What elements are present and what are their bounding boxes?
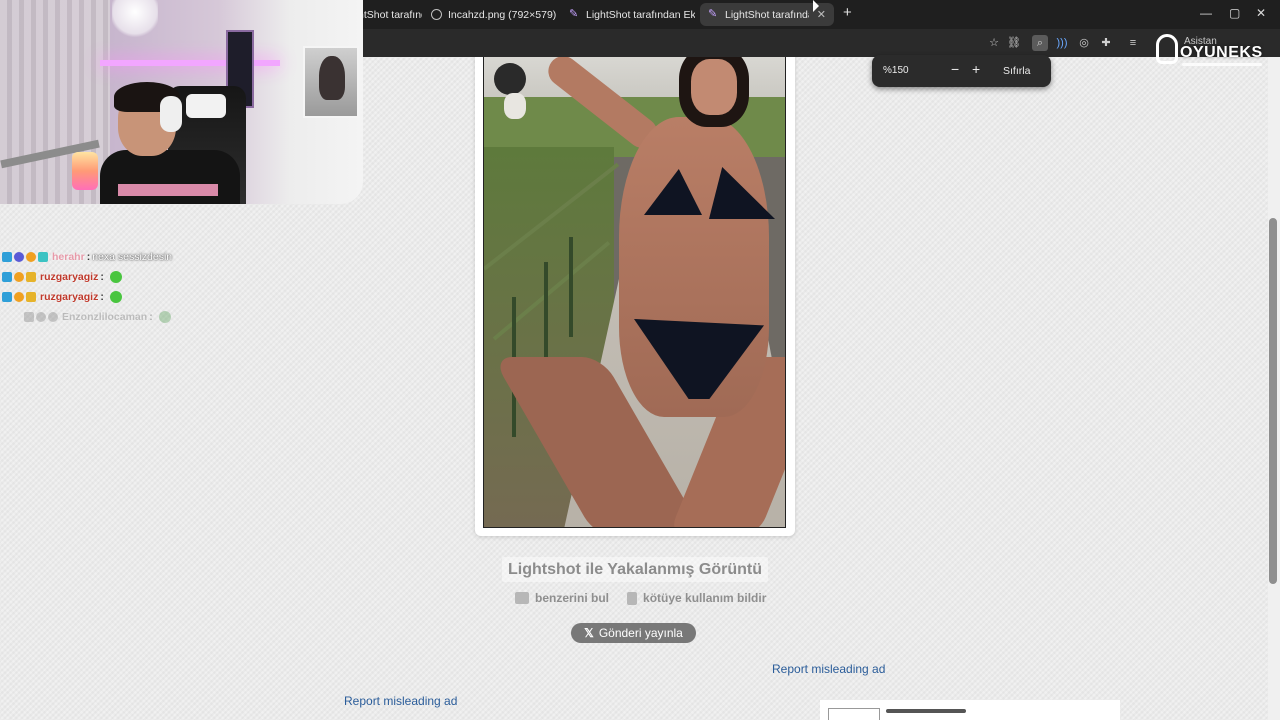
close-window-button[interactable]: ✕	[1256, 6, 1266, 20]
screenshot-image-frame	[475, 50, 795, 536]
chat-message: herahr : nexa sessizdesin	[2, 250, 172, 264]
maximize-button[interactable]: ▢	[1229, 6, 1240, 20]
emote-icon	[109, 271, 122, 283]
image-actions: benzerini bul kötüye kullanım bildir	[515, 590, 766, 606]
tab-incahzd-png[interactable]: Incahzd.png (792×579)	[423, 3, 556, 26]
camera-icon	[515, 592, 529, 604]
chat-separator: :	[100, 271, 104, 283]
badge-icon	[14, 252, 24, 262]
zoom-icon[interactable]: ⌕	[1032, 35, 1048, 51]
badge-icon	[14, 272, 24, 282]
menu-icon[interactable]: ≡	[1125, 35, 1141, 51]
webcam-chandelier	[112, 0, 158, 40]
photo-figure-part	[691, 59, 737, 115]
webcam-overlay	[0, 0, 363, 204]
emote-icon	[109, 291, 122, 303]
mouse-cursor	[813, 0, 819, 12]
post-tweet-label: Gönderi yayınla	[598, 626, 683, 640]
ad-thumbnail	[828, 708, 880, 720]
report-ad-link[interactable]: Report misleading ad	[772, 662, 885, 676]
post-tweet-button[interactable]: 𝕏 Gönderi yayınla	[571, 623, 696, 643]
chat-username: Enzonzlilocaman	[62, 311, 148, 323]
tab-label: LightShot tarafından Ekran	[725, 8, 809, 21]
read-aloud-icon[interactable]: )))	[1054, 35, 1070, 51]
emote-icon	[158, 311, 171, 323]
webcam-poster	[303, 46, 359, 118]
chat-username: ruzgaryagiz	[40, 271, 99, 283]
chat-separator: :	[149, 311, 153, 323]
globe-icon	[431, 9, 442, 20]
badge-icon	[38, 252, 48, 262]
x-logo-icon: 𝕏	[584, 626, 594, 640]
pen-icon: ✎	[569, 8, 579, 20]
logo-underline	[1182, 63, 1262, 66]
badge-icon	[26, 272, 36, 282]
badge-icon	[14, 292, 24, 302]
extension-icon[interactable]: ◎	[1076, 35, 1092, 51]
flag-icon	[627, 591, 638, 605]
zoom-reset-button[interactable]: Sıfırla	[1003, 65, 1030, 77]
zoom-level: %150	[883, 65, 909, 76]
star-icon[interactable]: ☆	[986, 35, 1002, 51]
tab-label: Incahzd.png (792×579)	[448, 8, 556, 21]
zoom-popup: %150 − + Sıfırla	[872, 55, 1051, 87]
oyuneks-logo: OYUNEKS	[1156, 34, 1268, 70]
photo-hand	[504, 93, 526, 119]
chat-separator: :	[86, 251, 91, 263]
badge-icon	[48, 312, 58, 322]
webcam-lamp	[72, 152, 98, 190]
new-tab-button[interactable]: +	[843, 5, 852, 21]
chat-username: ruzgaryagiz	[40, 291, 99, 303]
zoom-out-button[interactable]: −	[951, 62, 959, 76]
chat-text: nexa sessizdesin	[92, 251, 173, 263]
badge-icon	[24, 312, 34, 322]
ad-title	[886, 709, 966, 713]
webcam-headset	[160, 96, 182, 132]
logo-text: OYUNEKS	[1180, 44, 1263, 61]
report-abuse-link[interactable]: kötüye kullanım bildir	[643, 591, 766, 605]
chat-separator: :	[100, 291, 104, 303]
chat-username: herahr	[52, 251, 85, 263]
badge-icon	[2, 272, 12, 282]
badge-icon	[26, 292, 36, 302]
photo-post	[569, 237, 573, 337]
puzzle-icon[interactable]: ✚	[1098, 35, 1114, 51]
screenshot-image[interactable]	[483, 56, 786, 528]
tab-label: LightShot tarafından Ekran	[586, 8, 695, 21]
image-caption: Lightshot ile Yakalanmış Görüntü	[502, 557, 768, 582]
badge-icon	[2, 252, 12, 262]
scrollbar-thumb[interactable]	[1269, 218, 1277, 584]
pen-icon: ✎	[708, 8, 718, 20]
tab-lightshot-2[interactable]: ✎ LightShot tarafından Ekran	[561, 3, 695, 26]
find-similar-link[interactable]: benzerini bul	[535, 591, 609, 605]
webcam-streamer-body	[100, 150, 240, 204]
link-icon[interactable]: ⛓	[1006, 35, 1022, 51]
badge-icon	[2, 292, 12, 302]
oyuneks-mark-icon	[1156, 34, 1178, 64]
chat-message: ruzgaryagiz :	[2, 270, 122, 284]
zoom-in-button[interactable]: +	[972, 62, 980, 76]
report-ad-link[interactable]: Report misleading ad	[344, 694, 457, 708]
photo-ball	[494, 63, 526, 95]
chat-message: Enzonzlilocaman :	[24, 310, 171, 324]
badge-icon	[36, 312, 46, 322]
ad-banner[interactable]	[820, 700, 1120, 720]
chat-message: ruzgaryagiz :	[2, 290, 122, 304]
badge-icon	[26, 252, 36, 262]
minimize-button[interactable]: —	[1200, 6, 1212, 20]
